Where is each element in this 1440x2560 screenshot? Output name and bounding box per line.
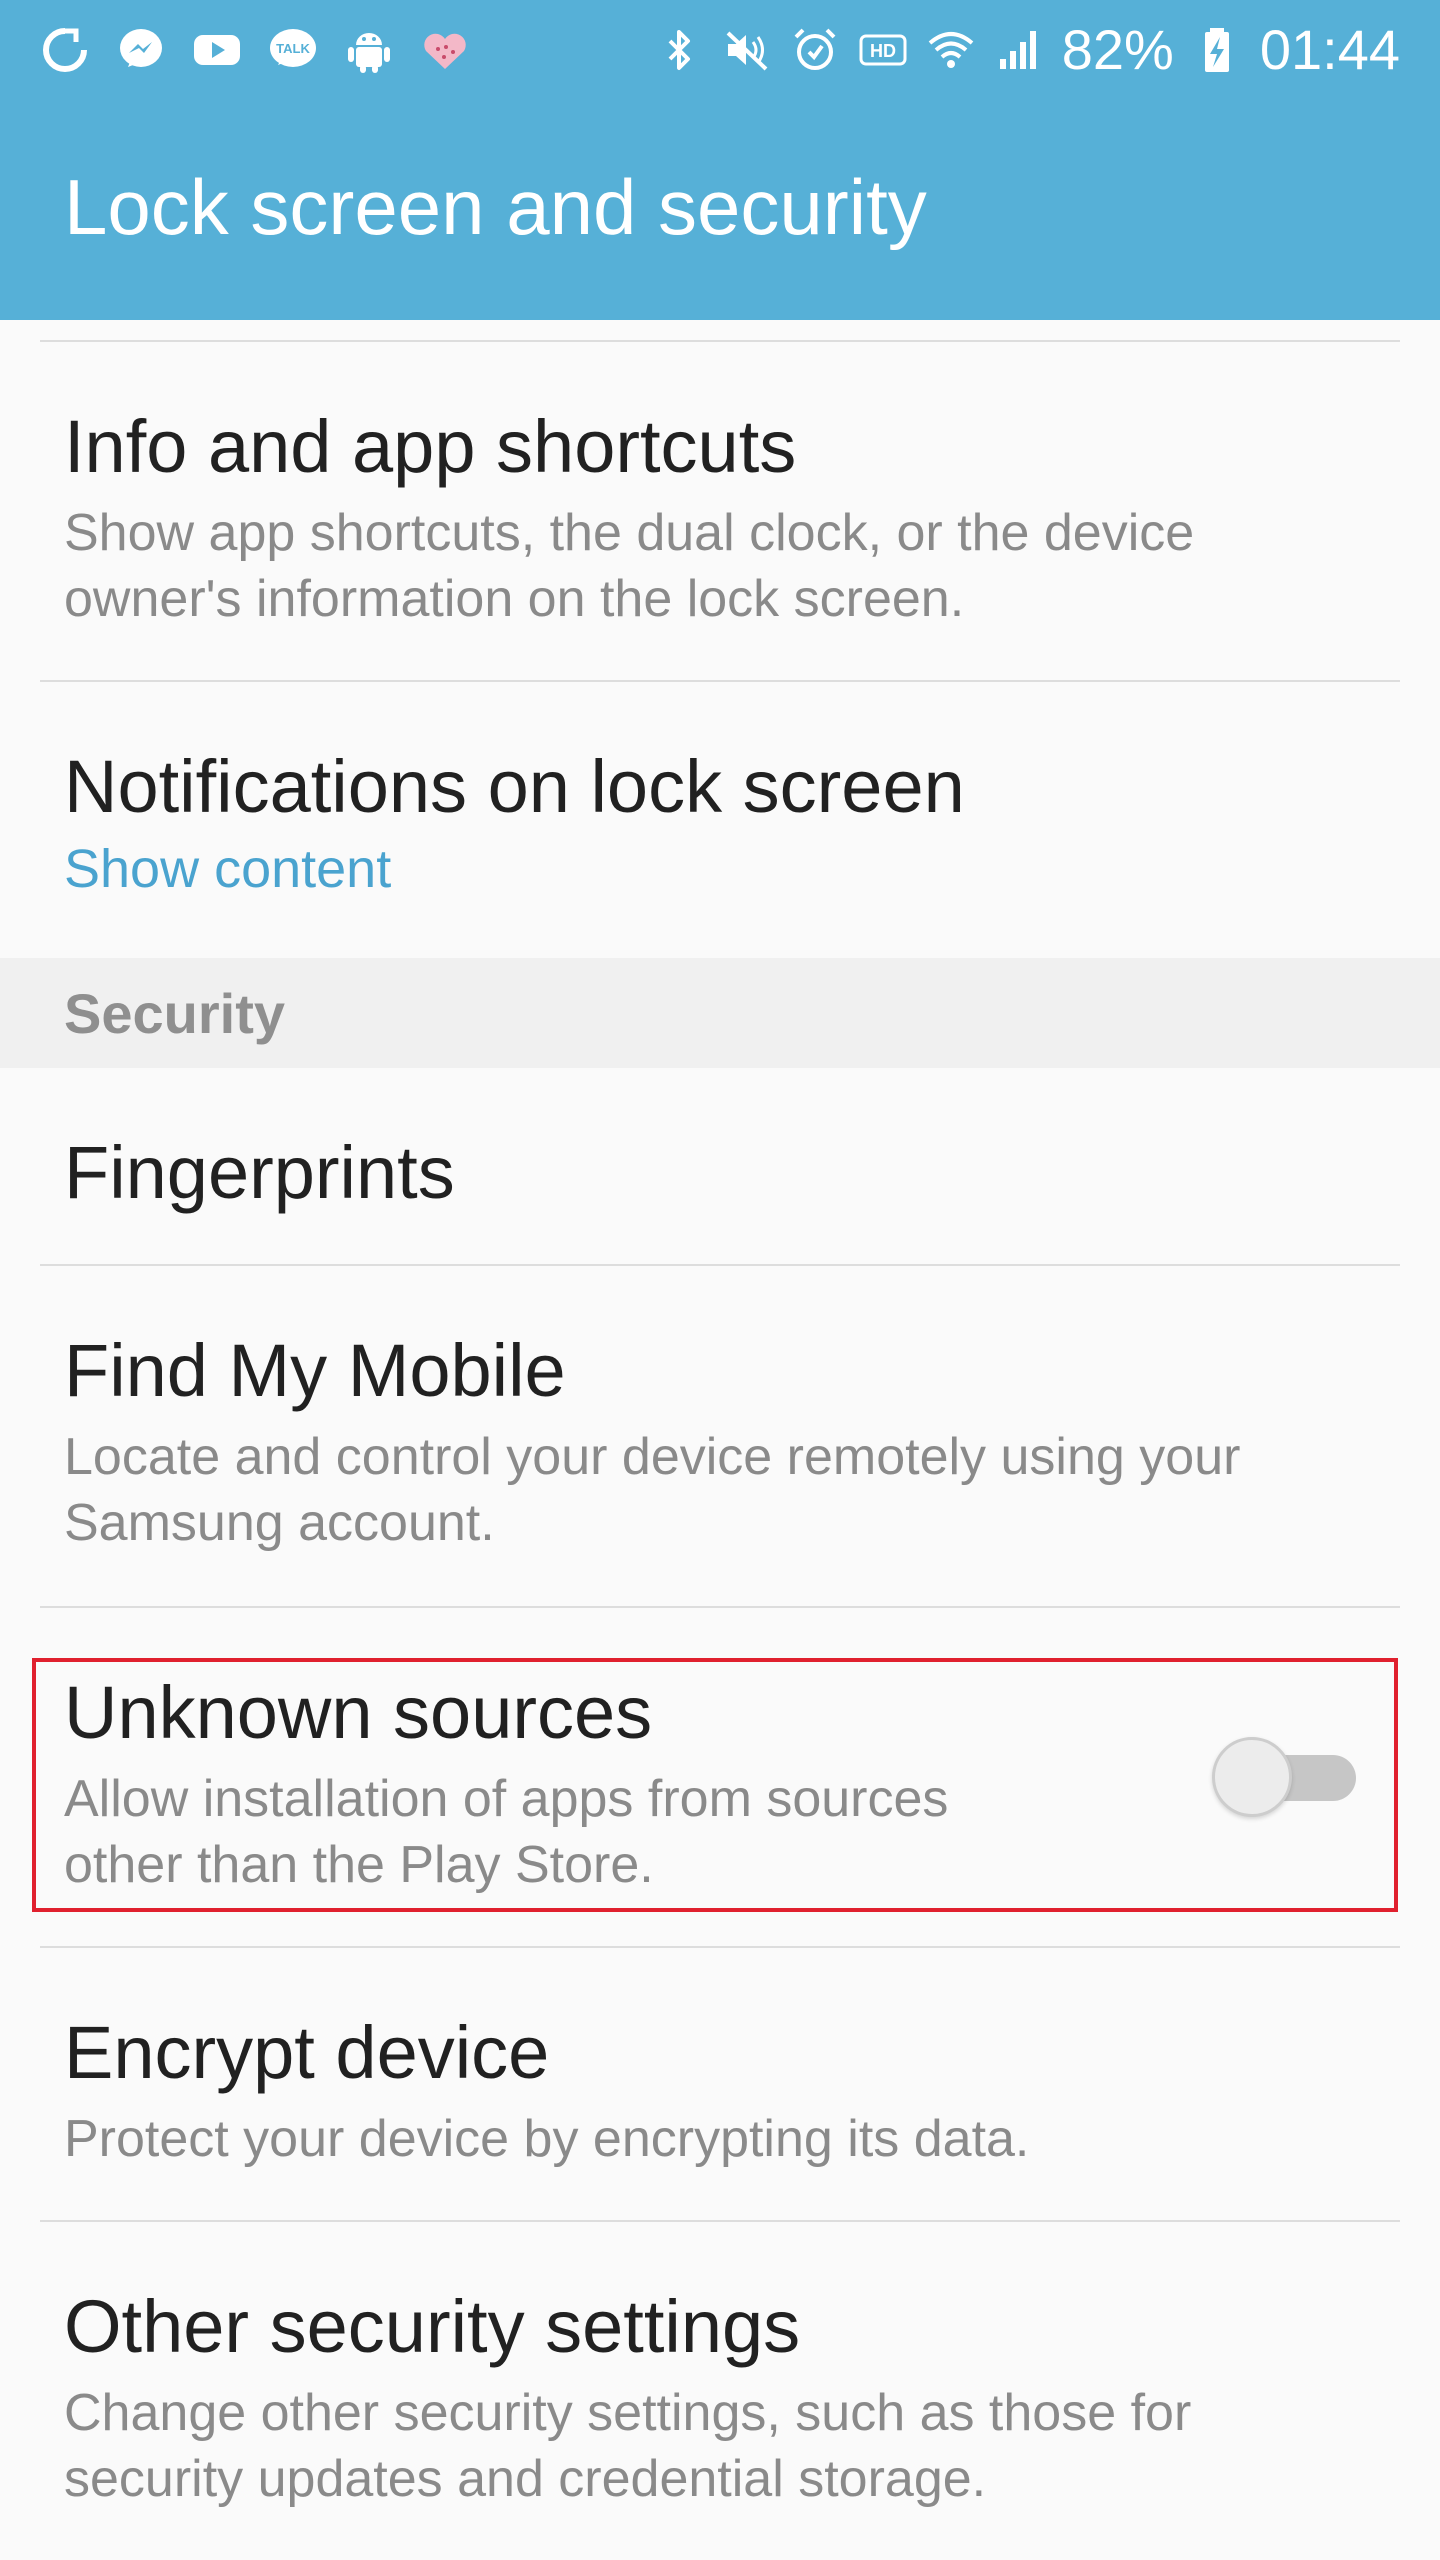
other-security-title: Other security settings	[64, 2285, 801, 2368]
highlight-box	[32, 1658, 1398, 1912]
mute-icon	[722, 25, 772, 75]
page-title: Lock screen and security	[64, 163, 927, 251]
encrypt-device-item[interactable]: Encrypt device Protect your device by en…	[0, 1948, 1440, 2220]
encrypt-device-subtitle: Protect your device by encrypting its da…	[64, 2110, 1030, 2168]
find-my-mobile-title: Find My Mobile	[64, 1329, 566, 1412]
find-my-mobile-item[interactable]: Find My Mobile Locate and control your d…	[0, 1266, 1440, 1606]
android-icon	[344, 25, 394, 75]
notifications-value: Show content	[64, 839, 392, 899]
sync-icon	[40, 25, 90, 75]
heart-app-icon	[420, 25, 470, 75]
other-security-item[interactable]: Other security settings Change other sec…	[0, 2222, 1440, 2560]
svg-text:HD: HD	[870, 41, 896, 61]
other-security-subtitle: Change other security settings, such as …	[64, 2384, 1192, 2508]
signal-icon	[994, 25, 1044, 75]
kakaotalk-icon: TALK	[268, 25, 318, 75]
fingerprints-title: Fingerprints	[64, 1131, 455, 1214]
wifi-icon	[926, 25, 976, 75]
alarm-icon	[790, 25, 840, 75]
system-status-icons: HD 82% 01:44	[654, 16, 1400, 84]
section-label: Security	[64, 982, 285, 1045]
messenger-icon	[116, 25, 166, 75]
info-shortcuts-item[interactable]: Info and app shortcuts Show app shortcut…	[0, 342, 1440, 680]
notification-icons: TALK	[40, 20, 470, 80]
battery-charging-icon	[1192, 25, 1242, 75]
notifications-item[interactable]: Notifications on lock screen Show conten…	[0, 682, 1440, 958]
fingerprints-item[interactable]: Fingerprints	[0, 1068, 1440, 1264]
bluetooth-icon	[654, 25, 704, 75]
hd-icon: HD	[858, 25, 908, 75]
battery-percent: 82%	[1061, 18, 1174, 81]
svg-text:TALK: TALK	[276, 41, 310, 56]
info-shortcuts-title: Info and app shortcuts	[64, 405, 797, 488]
find-my-mobile-subtitle: Locate and control your device remotely …	[64, 1428, 1241, 1552]
info-shortcuts-subtitle: Show app shortcuts, the dual clock, or t…	[64, 504, 1195, 628]
section-header-security: Security	[0, 958, 1440, 1068]
clock: 01:44	[1259, 18, 1400, 81]
status-bar: TALK HD 82% 01:44	[0, 0, 1440, 100]
youtube-icon	[192, 25, 242, 75]
encrypt-device-title: Encrypt device	[64, 2011, 550, 2094]
notifications-title: Notifications on lock screen	[64, 745, 965, 828]
